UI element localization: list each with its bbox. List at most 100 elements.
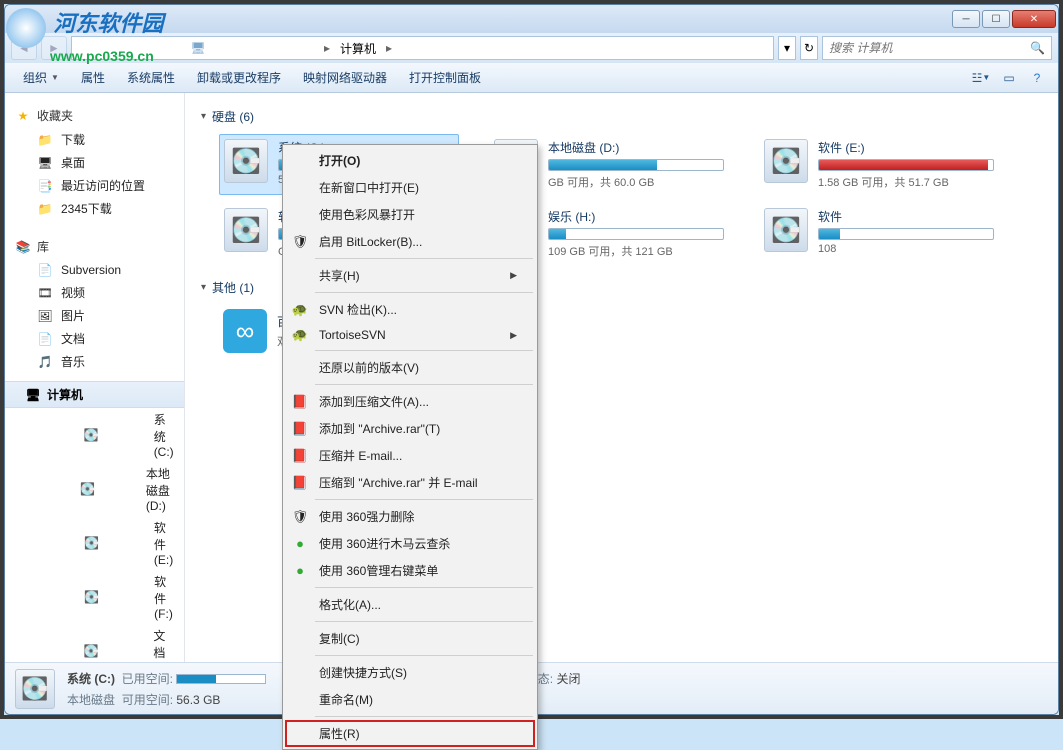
drive-name: 软件 (E:) [818, 139, 994, 156]
breadcrumb-arrow-icon[interactable]: ▸ [322, 41, 332, 55]
properties-button[interactable]: 属性 [71, 65, 115, 90]
collapse-icon: ▾ [201, 111, 206, 122]
drive-capacity-text: GB 可用，共 60.0 GB [548, 174, 724, 190]
sidebar-item-documents[interactable]: 📄文档 [5, 327, 184, 350]
ctx-open-new-window[interactable]: 在新窗口中打开(E) [285, 174, 535, 201]
shield-icon: 🛡 [291, 233, 309, 251]
sidebar-drive-c[interactable]: 💽系统 (C:) [5, 408, 184, 462]
drive-item[interactable]: 💽软件108 [759, 203, 999, 264]
ctx-add-rar[interactable]: 📕添加到 "Archive.rar"(T) [285, 415, 535, 442]
breadcrumb-computer[interactable]: 计算机 [336, 37, 380, 59]
refresh-button[interactable]: ↻ [800, 36, 818, 60]
toolbar: 组织▼ 属性 系统属性 卸载或更改程序 映射网络驱动器 打开控制面板 ☳ ▼ ▭… [5, 63, 1058, 93]
drive-name: 娱乐 (H:) [548, 208, 724, 225]
music-icon: 🎵 [37, 354, 53, 370]
ctx-360-delete[interactable]: 🛡使用 360强力删除 [285, 503, 535, 530]
ctx-create-shortcut[interactable]: 创建快捷方式(S) [285, 659, 535, 686]
sidebar-item-pictures[interactable]: 🖼图片 [5, 304, 184, 327]
folder-icon: 📁 [37, 132, 53, 148]
system-properties-button[interactable]: 系统属性 [117, 65, 185, 90]
drive-icon: 💽 [37, 427, 146, 443]
control-panel-button[interactable]: 打开控制面板 [399, 65, 491, 90]
picture-icon: 🖼 [37, 308, 53, 324]
baidu-icon: ∞ [223, 309, 267, 353]
ctx-compress-email[interactable]: 📕压缩并 E-mail... [285, 442, 535, 469]
submenu-arrow-icon: ▶ [510, 270, 517, 281]
back-button[interactable]: ◄ [11, 36, 37, 60]
sidebar-drive-g[interactable]: 💽文档 (G:) [5, 624, 184, 662]
ctx-share[interactable]: 共享(H)▶ [285, 262, 535, 289]
computer-icon: 🖥 [25, 387, 41, 403]
sidebar-item-videos[interactable]: 🎞视频 [5, 281, 184, 304]
tortoise-icon: 🐢 [291, 326, 309, 344]
search-input[interactable] [829, 41, 1030, 55]
svn-icon: 📄 [37, 262, 53, 278]
ctx-rename[interactable]: 重命名(M) [285, 686, 535, 713]
preview-pane-button[interactable]: ▭ [996, 67, 1022, 89]
sidebar-drive-e[interactable]: 💽软件 (E:) [5, 516, 184, 570]
search-icon[interactable]: 🔍 [1030, 41, 1045, 55]
map-drive-button[interactable]: 映射网络驱动器 [293, 65, 397, 90]
sidebar-item-music[interactable]: 🎵音乐 [5, 350, 184, 373]
ctx-color-storm[interactable]: 使用色彩风暴打开 [285, 201, 535, 228]
ctx-copy[interactable]: 复制(C) [285, 625, 535, 652]
libraries-group[interactable]: 📚库 [5, 234, 184, 259]
ctx-open[interactable]: 打开(O) [285, 147, 535, 174]
ctx-properties[interactable]: 属性(R) [285, 720, 535, 747]
star-icon: ★ [15, 108, 31, 124]
close-button[interactable]: ✕ [1012, 10, 1056, 28]
rar-icon: 📕 [291, 393, 309, 411]
separator [315, 384, 533, 385]
search-box[interactable]: 🔍 [822, 36, 1052, 60]
separator [315, 258, 533, 259]
sidebar-item-desktop[interactable]: 🖥桌面 [5, 151, 184, 174]
library-icon: 📚 [15, 239, 31, 255]
sidebar-drive-d[interactable]: 💽本地磁盘 (D:) [5, 462, 184, 516]
breadcrumb-arrow-icon[interactable]: ▸ [384, 41, 394, 55]
uninstall-button[interactable]: 卸载或更改程序 [187, 65, 291, 90]
ctx-bitlocker[interactable]: 🛡启用 BitLocker(B)... [285, 228, 535, 255]
svn-icon: 🐢 [291, 301, 309, 319]
ctx-rar-email[interactable]: 📕压缩到 "Archive.rar" 并 E-mail [285, 469, 535, 496]
ctx-add-archive[interactable]: 📕添加到压缩文件(A)... [285, 388, 535, 415]
collapse-icon: ▾ [201, 282, 206, 293]
ctx-svn-checkout[interactable]: 🐢SVN 检出(K)... [285, 296, 535, 323]
drive-item[interactable]: 💽 软件 (E:) 1.58 GB 可用，共 51.7 GB [759, 134, 999, 195]
ctx-tortoisesvn[interactable]: 🐢TortoiseSVN▶ [285, 323, 535, 347]
forward-button[interactable]: ► [41, 36, 67, 60]
drive-name: 本地磁盘 (D:) [548, 139, 724, 156]
ctx-360-scan[interactable]: ●使用 360进行木马云查杀 [285, 530, 535, 557]
view-button[interactable]: ☳ ▼ [968, 67, 994, 89]
ctx-restore-version[interactable]: 还原以前的版本(V) [285, 354, 535, 381]
360-icon: ● [291, 562, 309, 580]
favorites-group[interactable]: ★收藏夹 [5, 103, 184, 128]
titlebar: ─ ☐ ✕ [5, 5, 1058, 33]
address-bar: ◄ ► 🖥 ▸ 计算机 ▸ ▾ ↻ 🔍 [5, 33, 1058, 63]
rar-icon: 📕 [291, 474, 309, 492]
sidebar-item-recent[interactable]: 📑最近访问的位置 [5, 174, 184, 197]
ctx-360-menu[interactable]: ●使用 360管理右键菜单 [285, 557, 535, 584]
help-button[interactable]: ? [1024, 67, 1050, 89]
organize-button[interactable]: 组织▼ [13, 65, 69, 90]
capacity-bar [548, 228, 724, 240]
sidebar-item-subversion[interactable]: 📄Subversion [5, 259, 184, 281]
drive-icon: 💽 [764, 139, 808, 183]
capacity-bar [818, 228, 994, 240]
sidebar-item-2345[interactable]: 📁2345下载 [5, 197, 184, 220]
video-icon: 🎞 [37, 285, 53, 301]
address-path[interactable]: 🖥 ▸ 计算机 ▸ [71, 36, 774, 60]
drive-icon: 💽 [37, 589, 146, 605]
separator [315, 655, 533, 656]
section-hdd[interactable]: ▾硬盘 (6) [201, 105, 1042, 128]
ctx-format[interactable]: 格式化(A)... [285, 591, 535, 618]
drive-icon: 💽 [764, 208, 808, 252]
rar-icon: 📕 [291, 420, 309, 438]
sidebar-item-downloads[interactable]: 📁下载 [5, 128, 184, 151]
minimize-button[interactable]: ─ [952, 10, 980, 28]
drive-capacity-text: 1.58 GB 可用，共 51.7 GB [818, 174, 994, 190]
address-history-dropdown[interactable]: ▾ [778, 36, 796, 60]
computer-group[interactable]: 🖥计算机 [5, 381, 184, 408]
sidebar-drive-f[interactable]: 💽软件 (F:) [5, 570, 184, 624]
maximize-button[interactable]: ☐ [982, 10, 1010, 28]
separator [315, 350, 533, 351]
